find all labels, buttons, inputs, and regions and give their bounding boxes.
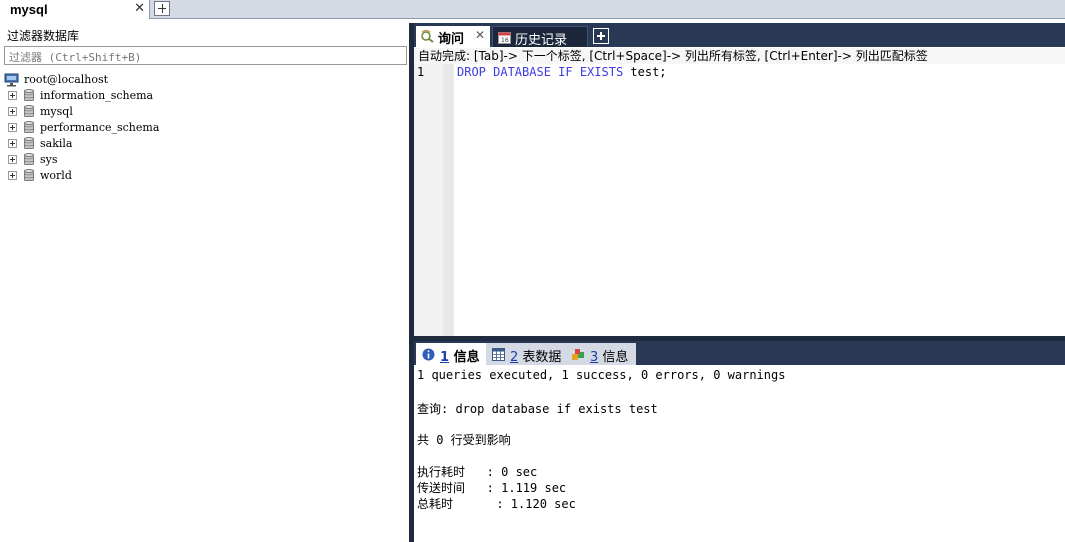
database-icon [24,137,34,149]
code-line[interactable]: DROP DATABASE IF EXISTS test; [457,65,667,79]
result-summary: 1 queries executed, 1 success, 0 errors,… [417,368,786,382]
tree-node-database[interactable]: world [8,168,72,184]
close-icon[interactable]: ✕ [134,1,145,16]
tab-info-label: 信息 [598,350,629,365]
tree-node-label: mysql [40,105,73,118]
new-connection-button[interactable] [154,1,170,16]
tab-table-data-label: 表数据 [518,350,562,365]
database-filter-input[interactable]: 过滤器 (Ctrl+Shift+B) [4,46,407,65]
tree-node-label: sakila [40,137,73,150]
blocks-icon [572,349,584,360]
tree-node-database[interactable]: mysql [8,104,73,120]
sql-editor[interactable]: 1 DROP DATABASE IF EXISTS test; [414,64,1065,336]
connection-tab-bar: mysql ✕ [0,0,1065,19]
tree-root-label: root@localhost [24,73,109,86]
tab-messages-label: 信息 [449,350,480,365]
tree-node-database[interactable]: performance_schema [8,120,159,136]
tab-query[interactable]: 询问 ✕ [416,26,490,47]
tree-node-database[interactable]: information_schema [8,88,153,104]
object-browser-title: 过滤器数据库 [7,29,80,43]
calendar-icon: 16 [498,32,511,44]
results-output: 1 queries executed, 1 success, 0 errors,… [414,365,1065,542]
info-icon [422,348,435,361]
expand-icon[interactable] [8,107,17,116]
tab-history[interactable]: 16 历史记录 [492,26,588,48]
result-exec-time: 执行耗时 : 0 sec [417,465,538,479]
tree-node-database[interactable]: sakila [8,136,72,152]
query-icon [421,30,434,43]
tree-node-label: performance_schema [40,121,160,134]
result-transfer-time: 传送时间 : 1.119 sec [417,481,567,495]
tree-node-label: sys [40,153,58,166]
close-icon[interactable]: ✕ [475,28,485,42]
fold-margin [443,64,454,336]
result-tab-bar: 1 信息 2 表数据 3 信息 [414,341,1065,365]
tree-node-database[interactable]: sys [8,152,58,168]
database-icon [24,105,34,117]
autocomplete-hint: 自动完成: [Tab]-> 下一个标签, [Ctrl+Space]-> 列出所有… [414,48,1065,64]
expand-icon[interactable] [8,91,17,100]
tab-history-label: 历史记录 [515,33,568,48]
tab-info[interactable]: 3 信息 [566,343,636,365]
tree-node-label: information_schema [40,89,154,102]
line-number: 1 [417,65,425,79]
tab-messages-number: 1 [440,350,450,365]
connection-tab-mysql[interactable]: mysql ✕ [0,0,150,19]
tab-query-label: 询问 [438,32,465,47]
query-tab-bar: 询问 ✕ 16 历史记录 [414,23,1065,48]
tree-root-server[interactable]: root@localhost [4,72,108,88]
sql-text: test; [623,65,667,79]
database-icon [24,153,34,165]
tab-table-data[interactable]: 2 表数据 [486,343,566,365]
svg-text:16: 16 [501,37,509,44]
sql-keyword: DROP DATABASE IF EXISTS [457,65,624,79]
result-rows-affected: 共 0 行受到影响 [417,433,511,447]
expand-icon[interactable] [8,139,17,148]
expand-icon[interactable] [8,123,17,132]
connection-tab-label: mysql [10,2,48,17]
result-total-time: 总耗时 : 1.120 sec [417,497,576,511]
result-query: 查询: drop database if exists test [417,402,658,416]
new-query-tab-button[interactable] [593,28,609,44]
expand-icon[interactable] [8,155,17,164]
server-icon [4,73,19,86]
database-icon [24,89,34,101]
table-icon [492,348,505,361]
tree-node-label: world [40,169,72,182]
expand-icon[interactable] [8,171,17,180]
tab-messages[interactable]: 1 信息 [416,343,486,365]
database-icon [24,169,34,181]
object-browser: 过滤器数据库 过滤器 (Ctrl+Shift+B) root@localhost… [0,23,409,542]
database-icon [24,121,34,133]
